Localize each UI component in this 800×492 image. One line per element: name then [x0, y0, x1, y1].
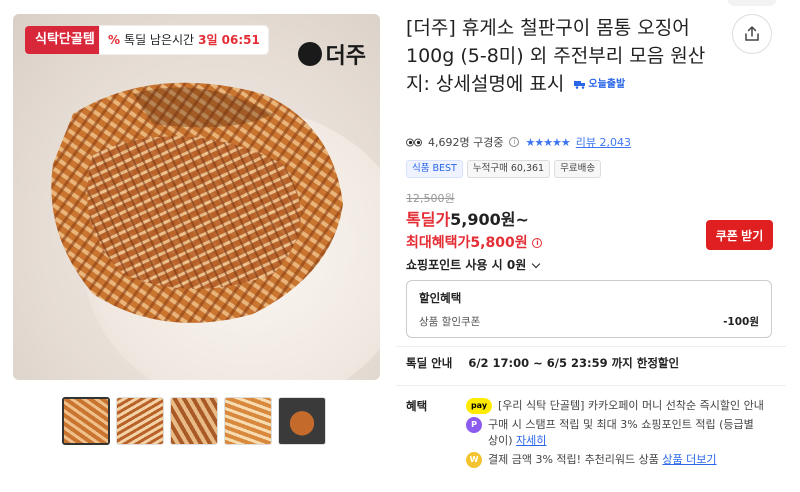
brand-mark-icon	[297, 42, 322, 66]
thumbnail-5[interactable]	[278, 397, 326, 445]
discount-item-label: 상품 할인쿠폰	[419, 316, 481, 328]
max-benefit-price: 최대혜택가5,800원 i	[406, 232, 543, 252]
food-best-badge[interactable]: 식품 BEST	[406, 160, 463, 178]
share-icon	[745, 25, 759, 41]
benefits-label: 혜택	[406, 399, 428, 413]
original-price: 12,500원	[406, 192, 455, 205]
deal-price: 톡딜가5,900원~	[406, 206, 529, 230]
product-title-text: [더주] 휴게소 철판구이 몸통 오징어 100g (5-8미) 외 주전부리 …	[406, 17, 706, 95]
timer-value: 3일 06:51	[198, 33, 260, 47]
divider	[396, 385, 786, 386]
thumbnail-strip	[62, 397, 326, 445]
badge-row: 식품 BEST 누적구매 60,361 무료배송	[406, 160, 602, 178]
point-icon: P	[466, 417, 482, 433]
top-tab-fragment	[728, 0, 776, 6]
truck-icon	[574, 81, 586, 89]
thumbnail-4[interactable]	[224, 397, 272, 445]
benefit-item: P 구매 시 스탬프 적립 및 최대 3% 쇼핑포인트 적립 (등급별 상이) …	[466, 417, 766, 449]
deal-info-label: 톡딜 안내	[406, 356, 453, 370]
divider	[396, 346, 786, 347]
viewer-count: 4,692명 구경중	[428, 136, 504, 149]
free-shipping-badge: 무료배송	[554, 160, 602, 178]
deal-timer: % 톡딜 남은시간 3일 06:51	[100, 26, 268, 54]
max-price-info-icon[interactable]: i	[532, 238, 543, 248]
discount-row: 상품 할인쿠폰 -100원	[419, 314, 759, 329]
max-price-value: 5,800원	[470, 235, 528, 251]
eyes-icon	[406, 138, 422, 146]
benefit-text-wrap: 결제 금액 3% 적립! 추천리워드 상품 상품 더보기	[488, 452, 717, 468]
thumbnail-2[interactable]	[116, 397, 164, 445]
discount-heading: 할인혜택	[419, 291, 462, 305]
percent-icon: %	[108, 33, 121, 47]
points-dropdown[interactable]: 쇼핑포인트 사용 시 0원	[406, 256, 541, 273]
thumbnail-3[interactable]	[170, 397, 218, 445]
today-ship-badge: 오늘출발	[574, 71, 625, 99]
more-products-link[interactable]: 상품 더보기	[662, 453, 716, 466]
benefit-text: 결제 금액 3% 적립! 추천리워드 상품	[488, 453, 659, 466]
details-link[interactable]: 자세히	[516, 434, 546, 447]
deal-price-label: 톡딜가	[406, 210, 451, 229]
today-ship-label: 오늘출발	[588, 78, 626, 90]
discount-box: 할인혜택 상품 할인쿠폰 -100원	[406, 280, 772, 338]
deal-price-value: 5,900원~	[450, 210, 529, 229]
thumbnail-1[interactable]	[62, 397, 110, 445]
deal-info-value: 6/2 17:00 ~ 6/5 23:59 까지 한정할인	[468, 356, 680, 370]
brand-logo: 더주	[297, 38, 366, 70]
benefit-text[interactable]: [우리 식탁 단골템] 카카오페이 머니 선착순 즉시할인 안내	[498, 398, 764, 414]
review-link[interactable]: 리뷰 2,043	[576, 134, 631, 150]
benefits-list: pay [우리 식탁 단골템] 카카오페이 머니 선착순 즉시할인 안내 P 구…	[466, 398, 766, 471]
discount-item-value: -100원	[723, 316, 759, 328]
grilled-squid-image	[51, 82, 343, 323]
rating-stars: ★★★★★	[525, 135, 570, 149]
coupon-button[interactable]: 쿠폰 받기	[706, 220, 773, 250]
category-tag: 식탁단골템	[25, 26, 105, 54]
deal-info: 톡딜 안내 6/2 17:00 ~ 6/5 23:59 까지 한정할인	[406, 355, 679, 371]
max-price-label: 최대혜택가	[406, 235, 471, 251]
meta-row: 4,692명 구경중 i ★★★★★ 리뷰 2,043	[406, 134, 631, 150]
share-button[interactable]	[732, 14, 772, 54]
info-icon[interactable]: i	[509, 137, 520, 147]
reward-icon: W	[466, 452, 482, 468]
brand-name: 더주	[325, 44, 366, 69]
kakaopay-icon: pay	[466, 398, 492, 414]
product-title: [더주] 휴게소 철판구이 몸통 오징어 100g (5-8미) 외 주전부리 …	[406, 14, 726, 99]
benefit-item: pay [우리 식탁 단골템] 카카오페이 머니 선착순 즉시할인 안내	[466, 398, 766, 414]
benefit-text-wrap: 구매 시 스탬프 적립 및 최대 3% 쇼핑포인트 적립 (등급별 상이) 자세…	[488, 417, 766, 449]
product-main-image: 식탁단골템 % 톡딜 남은시간 3일 06:51 더주	[13, 14, 380, 380]
chevron-down-icon	[532, 259, 541, 269]
points-label: 쇼핑포인트 사용 시 0원	[406, 258, 527, 272]
cumulative-purchase-badge: 누적구매 60,361	[466, 160, 551, 178]
benefit-item: W 결제 금액 3% 적립! 추천리워드 상품 상품 더보기	[466, 452, 766, 468]
timer-label: 톡딜 남은시간	[124, 33, 195, 47]
